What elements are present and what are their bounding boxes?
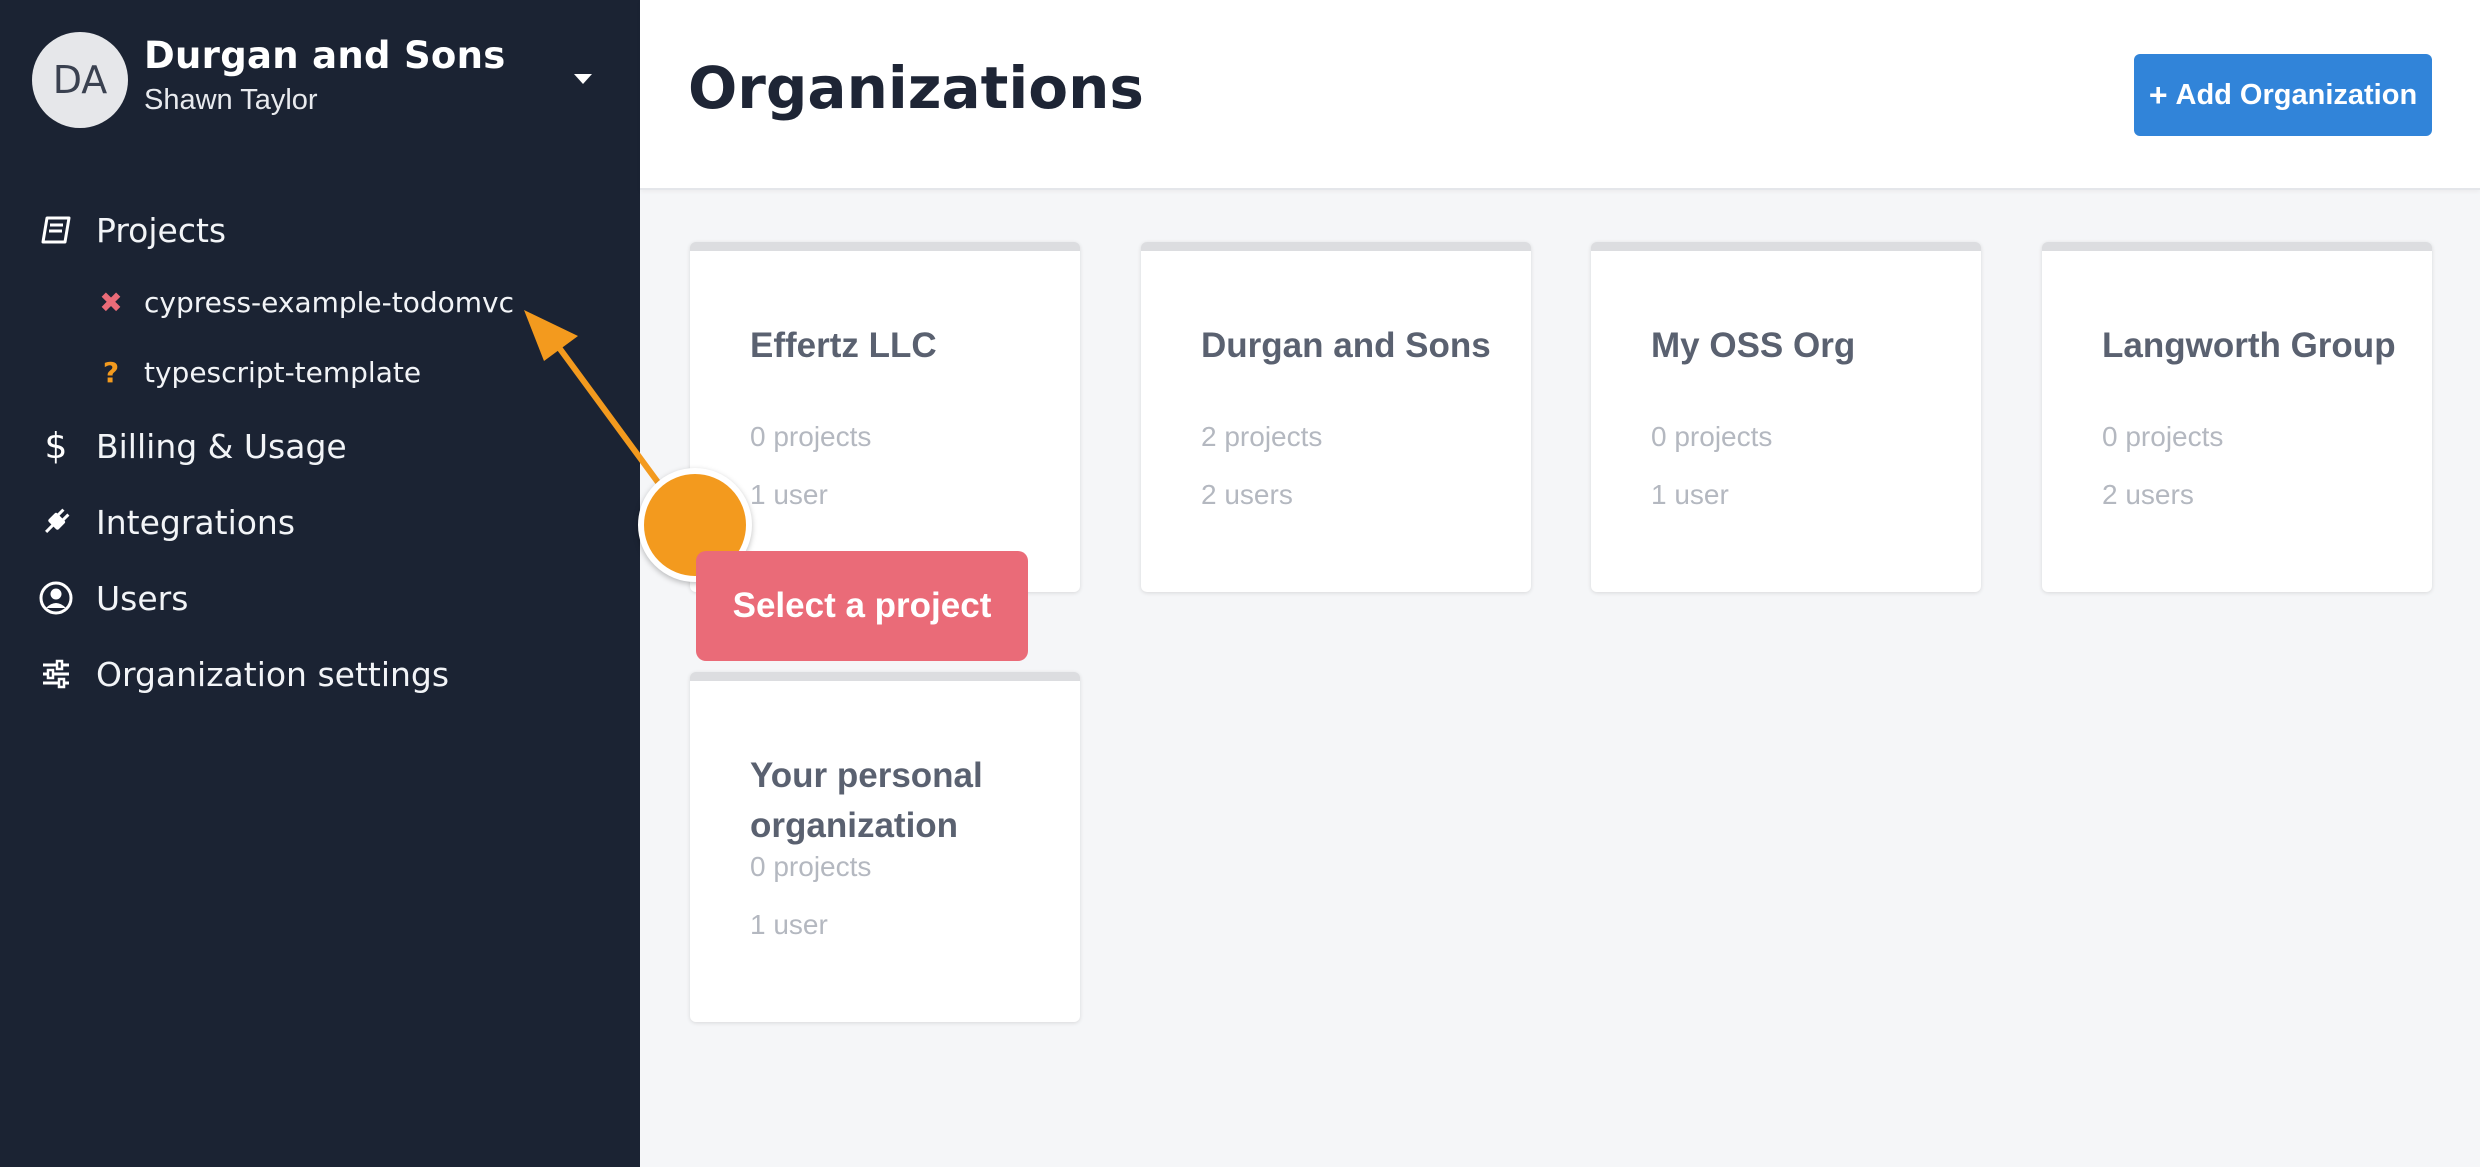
annotation-tooltip: Select a project (696, 551, 1028, 661)
sliders-icon (36, 654, 76, 694)
organization-card[interactable]: Your personal organization 0 projects 1 … (690, 672, 1080, 1022)
project-count: 2 projects (1201, 421, 1323, 452)
sidebar-item-users[interactable]: Users (36, 570, 616, 626)
org-name: Durgan and Sons (144, 34, 506, 77)
sidebar-item-billing[interactable]: $ Billing & Usage (36, 418, 616, 474)
sidebar-item-label: Integrations (96, 502, 296, 542)
failed-status-icon: ✖ (99, 285, 123, 319)
sidebar: DA Durgan and Sons Shawn Taylor Projects… (0, 0, 640, 1167)
unknown-status-icon: ? (102, 355, 120, 389)
organization-name: Your personal organization (750, 756, 983, 845)
project-count: 0 projects (750, 421, 872, 452)
add-organization-button[interactable]: + Add Organization (2134, 54, 2432, 136)
organization-name: Durgan and Sons (1201, 326, 1491, 365)
chevron-down-icon[interactable] (574, 74, 592, 84)
org-user-name: Shawn Taylor (144, 84, 318, 116)
sidebar-item-integrations[interactable]: Integrations (36, 494, 616, 550)
sidebar-item-label: Projects (96, 210, 227, 250)
plug-icon (36, 502, 76, 542)
sidebar-project-cypress-example-todomvc[interactable]: ✖ cypress-example-todomvc (96, 278, 596, 326)
project-count: 0 projects (2102, 421, 2224, 452)
organization-name: Langworth Group (2102, 326, 2396, 365)
avatar: DA (32, 32, 128, 128)
sidebar-item-projects[interactable]: Projects (36, 202, 616, 258)
sidebar-item-label: Billing & Usage (96, 426, 347, 466)
page-title: Organizations (688, 54, 1144, 122)
user-count: 2 users (2102, 479, 2194, 510)
user-count: 1 user (1651, 479, 1729, 510)
sidebar-project-typescript-template[interactable]: ? typescript-template (96, 348, 596, 396)
sidebar-item-label: Organization settings (96, 654, 450, 694)
organization-card[interactable]: Langworth Group 0 projects 2 users (2042, 242, 2432, 592)
add-organization-label: Add Organization (2175, 78, 2418, 111)
organization-card[interactable]: Durgan and Sons 2 projects 2 users (1141, 242, 1531, 592)
book-icon (36, 210, 76, 250)
organization-name: My OSS Org (1651, 326, 1856, 365)
page-header: Organizations + Add Organization (640, 0, 2480, 190)
user-count: 1 user (750, 479, 828, 510)
organization-card[interactable]: My OSS Org 0 projects 1 user (1591, 242, 1981, 592)
dollar-icon: $ (44, 425, 68, 467)
project-count: 0 projects (1651, 421, 1773, 452)
user-circle-icon (36, 578, 76, 618)
project-label: typescript-template (144, 355, 422, 389)
sidebar-item-organization-settings[interactable]: Organization settings (36, 646, 616, 702)
user-count: 2 users (1201, 479, 1293, 510)
organization-name: Effertz LLC (750, 326, 937, 365)
project-count: 0 projects (750, 851, 872, 882)
sidebar-item-label: Users (96, 578, 189, 618)
plus-icon: + (2148, 76, 2168, 113)
org-switcher[interactable]: DA Durgan and Sons Shawn Taylor (32, 32, 608, 128)
user-count: 1 user (750, 909, 828, 940)
project-label: cypress-example-todomvc (144, 285, 515, 319)
